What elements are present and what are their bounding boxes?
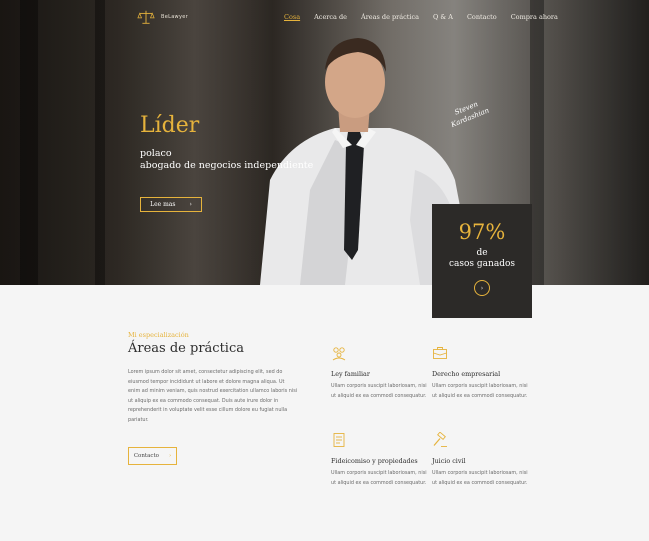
nav-item-cosa[interactable]: Cosa — [284, 13, 300, 21]
hero-subtitle-line2: abogado de negocios independiente — [140, 160, 314, 171]
nav-item-areas[interactable]: Áreas de práctica — [361, 13, 419, 21]
scales-icon — [137, 10, 155, 24]
hero-section: BeLawyer Cosa Acerca de Áreas de práctic… — [0, 0, 649, 285]
document-icon — [333, 433, 345, 447]
card-title: Fideicomiso y propiedades — [331, 457, 418, 465]
nav-item-qa[interactable]: Q & A — [433, 13, 453, 21]
contact-label: Contacto — [133, 453, 159, 459]
hero-subtitle-line1: polaco — [140, 148, 172, 159]
main-nav: Cosa Acerca de Áreas de práctica Q & A C… — [284, 13, 572, 21]
practice-card-business[interactable]: Derecho empresarial Ullam corporis susci… — [432, 345, 532, 401]
card-title: Derecho empresarial — [432, 370, 501, 378]
card-body: Ullam corporis suscipit laboriosam, nisi… — [331, 470, 427, 486]
practice-card-family[interactable]: Ley familiar Ullam corporis suscipit lab… — [331, 345, 431, 401]
nav-item-contacto[interactable]: Contacto — [467, 13, 497, 21]
nav-item-acerca[interactable]: Acerca de — [314, 13, 347, 21]
card-body: Ullam corporis suscipit laboriosam, nisi… — [432, 470, 528, 486]
briefcase-icon — [433, 347, 447, 359]
arrow-right-icon: › — [168, 453, 172, 459]
read-more-button[interactable]: Lee mas › — [140, 197, 202, 212]
stat-box: 97% de casos ganados › — [432, 204, 532, 318]
practice-card-civil[interactable]: Juicio civil Ullam corporis suscipit lab… — [432, 431, 532, 488]
gavel-icon — [433, 431, 447, 447]
logo[interactable]: BeLawyer — [137, 8, 188, 26]
section-title: Áreas de práctica — [128, 341, 244, 356]
nav-item-compra[interactable]: Compra ahora — [511, 13, 558, 21]
stat-line2: casos ganados — [448, 259, 515, 269]
practice-card-trust[interactable]: Fideicomiso y propiedades Ullam corporis… — [331, 432, 431, 488]
hero-headline: Líder — [140, 113, 200, 138]
card-title: Juicio civil — [432, 457, 466, 465]
stat-line1: de — [476, 248, 488, 258]
section-body: Lorem ipsum dolor sit amet, consectetur … — [128, 369, 298, 423]
arrow-right-icon: › — [189, 201, 192, 208]
stat-arrow-button[interactable]: › — [474, 280, 490, 296]
card-body: Ullam corporis suscipit laboriosam, nisi… — [432, 383, 528, 399]
hero-subtitle: polaco abogado de negocios independiente — [140, 148, 313, 172]
card-title: Ley familiar — [331, 370, 370, 378]
card-body: Ullam corporis suscipit laboriosam, nisi… — [331, 383, 427, 399]
family-icon — [332, 347, 346, 361]
read-more-label: Lee mas — [150, 201, 176, 208]
arrow-right-icon: › — [480, 284, 484, 292]
logo-text: BeLawyer — [161, 14, 188, 20]
contact-button[interactable]: Contacto › — [128, 447, 177, 465]
stat-value: 97% — [458, 220, 506, 244]
section-label: Mi especialización — [128, 331, 189, 339]
